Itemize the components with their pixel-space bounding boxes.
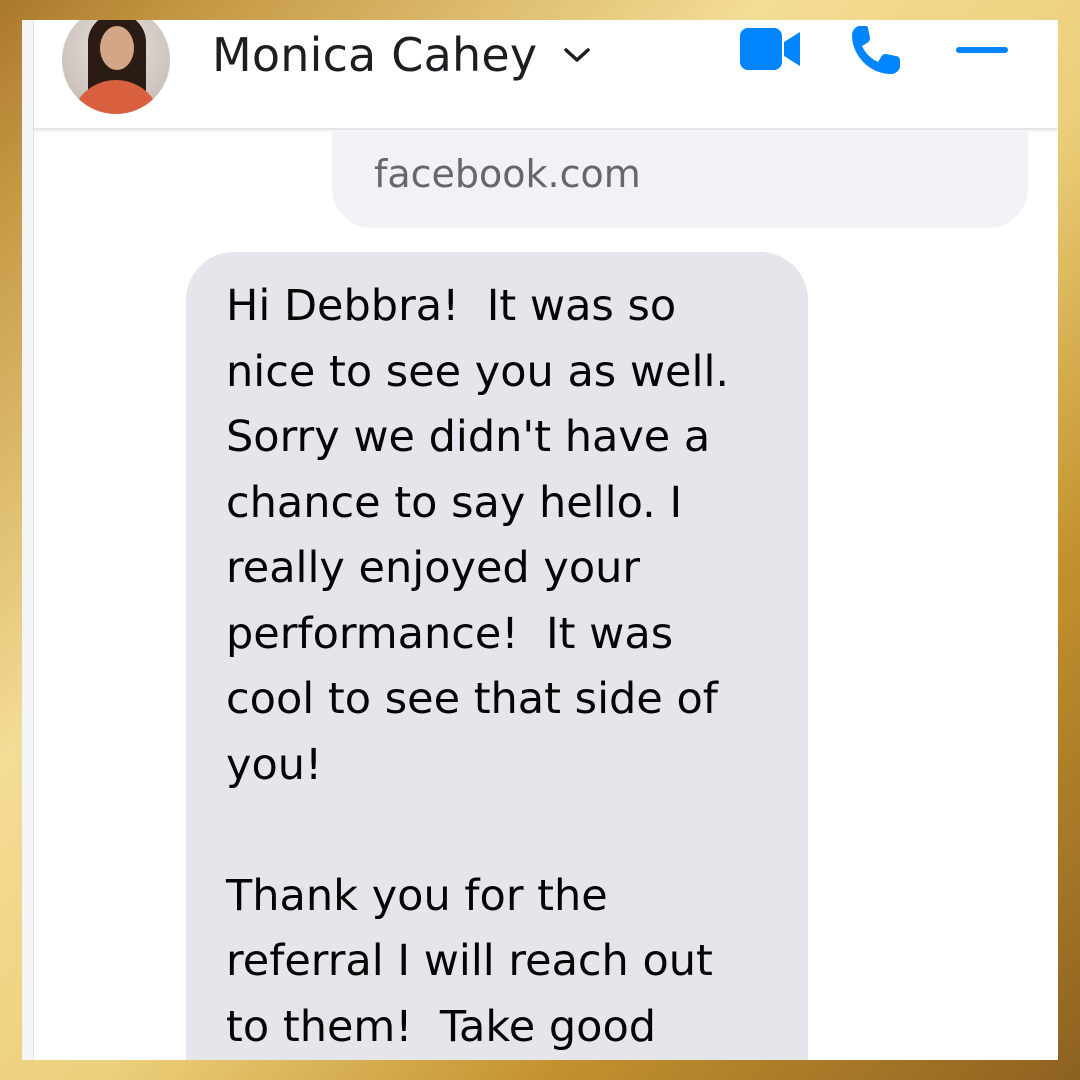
phone-icon[interactable]	[846, 22, 904, 80]
link-domain: facebook.com	[374, 152, 641, 196]
link-preview-bubble[interactable]: facebook.com	[332, 132, 1028, 228]
message-line	[226, 798, 786, 864]
message-line: Hi Debbra! It was so	[226, 281, 677, 331]
message-line: Thank you for the	[226, 870, 608, 921]
message-line: really enjoyed your	[226, 543, 641, 593]
message-line: to them! Take good	[226, 1001, 657, 1052]
minimize-icon[interactable]	[954, 44, 1010, 56]
messenger-chat-window: Monica Cahey facebook.com Hi Debbra! It …	[22, 20, 1058, 1060]
video-call-icon[interactable]	[738, 24, 802, 74]
message-line: Sorry we didn't have a	[226, 412, 711, 462]
message-bubble[interactable]: Hi Debbra! It was so nice to see you as …	[186, 252, 808, 1060]
contact-avatar[interactable]	[62, 20, 170, 114]
message-text: Hi Debbra! It was so nice to see you as …	[226, 274, 786, 1060]
chat-header: Monica Cahey	[34, 20, 1058, 130]
message-line: you!	[226, 739, 323, 790]
message-line: chance to say hello. I	[226, 477, 683, 528]
chevron-down-icon[interactable]	[560, 42, 594, 68]
message-line: performance! It was	[226, 608, 674, 659]
contact-name[interactable]: Monica Cahey	[212, 28, 537, 82]
window-left-edge	[22, 20, 34, 1060]
message-line: referral I will reach out	[226, 936, 713, 986]
message-line: nice to see you as well.	[226, 346, 730, 397]
message-line: cool to see that side of	[226, 674, 718, 724]
